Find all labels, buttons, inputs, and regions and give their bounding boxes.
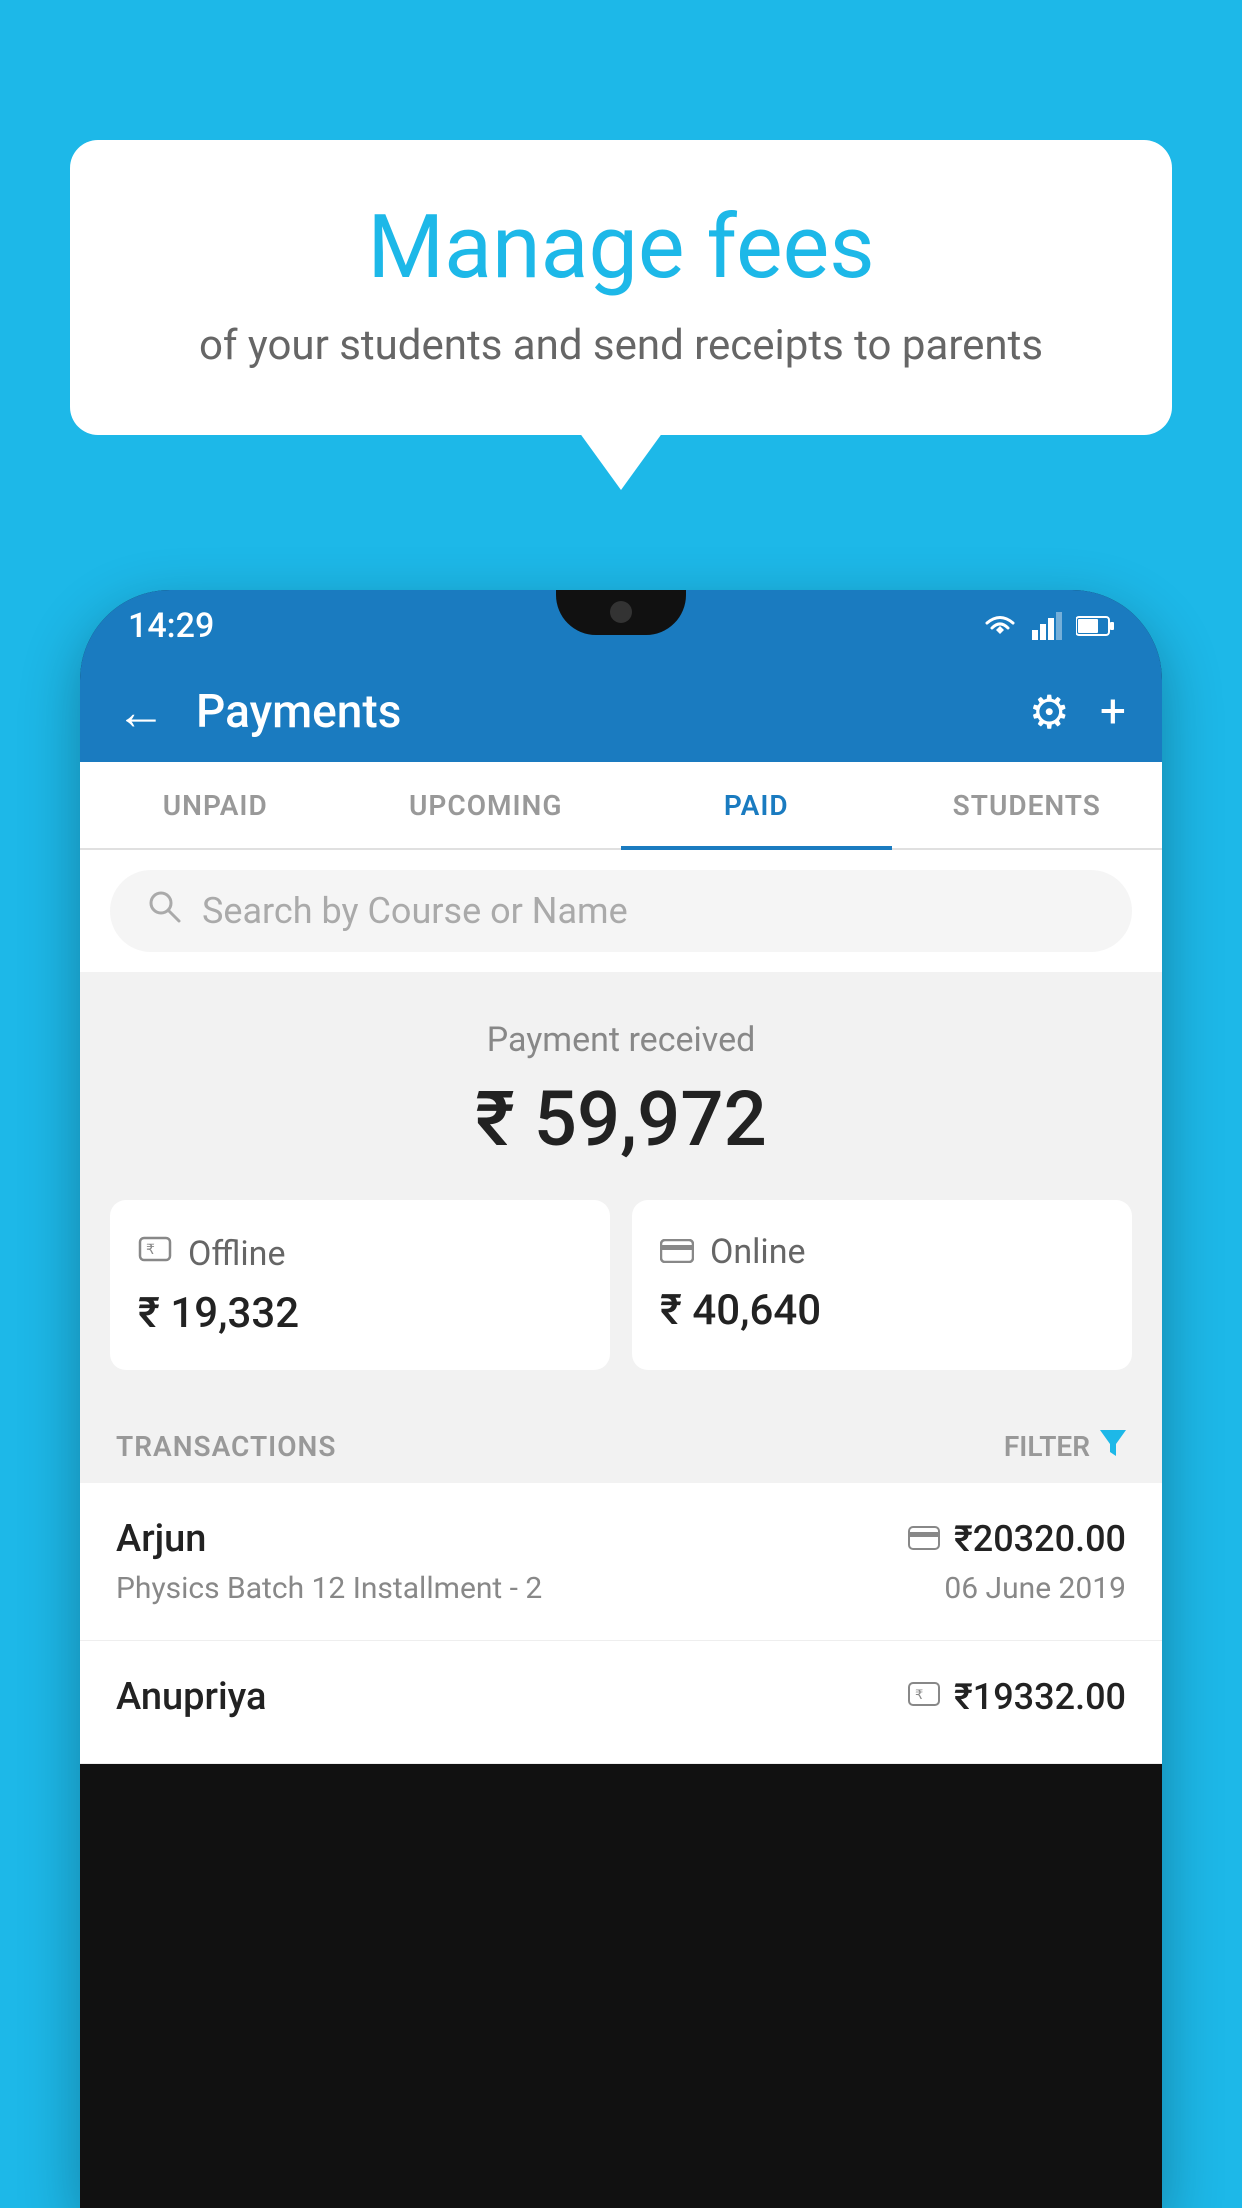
transaction-1-date: 06 June 2019 xyxy=(944,1571,1126,1606)
offline-card: ₹ Offline ₹ 19,332 xyxy=(110,1200,610,1370)
status-bar: 14:29 xyxy=(80,590,1162,662)
svg-text:₹: ₹ xyxy=(915,1687,923,1702)
svg-text:₹: ₹ xyxy=(146,1241,155,1257)
transaction-1-course: Physics Batch 12 Installment - 2 xyxy=(116,1571,542,1606)
online-amount: ₹ 40,640 xyxy=(660,1286,1104,1335)
speech-bubble-title: Manage fees xyxy=(140,200,1102,297)
transactions-header: TRANSACTIONS FILTER xyxy=(80,1406,1162,1483)
settings-icon[interactable]: ⚙ xyxy=(1029,685,1070,740)
tab-upcoming[interactable]: UPCOMING xyxy=(351,762,622,848)
search-bar[interactable]: Search by Course or Name xyxy=(110,870,1132,952)
tab-bar: UNPAID UPCOMING PAID STUDENTS xyxy=(80,762,1162,850)
transaction-2-name: Anupriya xyxy=(116,1675,266,1719)
offline-amount: ₹ 19,332 xyxy=(138,1289,582,1338)
online-card-header: Online xyxy=(660,1232,1104,1272)
tab-students[interactable]: STUDENTS xyxy=(892,762,1163,848)
search-icon xyxy=(146,888,182,934)
transaction-2-amount: ₹19332.00 xyxy=(954,1676,1126,1718)
transaction-2-amount-wrapper: ₹ ₹19332.00 xyxy=(908,1676,1126,1718)
online-label: Online xyxy=(710,1232,806,1272)
battery-icon xyxy=(1076,615,1114,637)
online-icon xyxy=(660,1232,694,1272)
speech-bubble-subtitle: of your students and send receipts to pa… xyxy=(140,321,1102,370)
search-bar-wrapper: Search by Course or Name xyxy=(80,850,1162,972)
status-icons xyxy=(982,612,1114,640)
filter-icon xyxy=(1100,1430,1126,1463)
transaction-row-2[interactable]: Anupriya ₹ ₹19332.00 xyxy=(80,1641,1162,1764)
transaction-row-1-top: Arjun ₹20320.00 xyxy=(116,1517,1126,1561)
transaction-row-2-top: Anupriya ₹ ₹19332.00 xyxy=(116,1675,1126,1719)
transaction-1-amount-wrapper: ₹20320.00 xyxy=(908,1518,1126,1560)
payment-received-label: Payment received xyxy=(110,1020,1132,1060)
offline-icon: ₹ xyxy=(138,1232,172,1275)
payment-received-section: Payment received ₹ 59,972 xyxy=(80,972,1162,1200)
transaction-1-name: Arjun xyxy=(116,1517,206,1561)
camera xyxy=(610,601,632,623)
tab-paid[interactable]: PAID xyxy=(621,762,892,848)
transaction-row-1[interactable]: Arjun ₹20320.00 Physics Batch 12 Install… xyxy=(80,1483,1162,1641)
payment-cards: ₹ Offline ₹ 19,332 Online ₹ 40,640 xyxy=(80,1200,1162,1406)
notch xyxy=(556,590,686,635)
status-time: 14:29 xyxy=(128,606,214,646)
offline-label: Offline xyxy=(188,1234,285,1274)
signal-icon xyxy=(1032,612,1062,640)
offline-card-header: ₹ Offline xyxy=(138,1232,582,1275)
transaction-2-payment-icon: ₹ xyxy=(908,1678,940,1716)
speech-bubble: Manage fees of your students and send re… xyxy=(70,140,1172,435)
transaction-1-amount: ₹20320.00 xyxy=(954,1518,1126,1560)
payment-received-amount: ₹ 59,972 xyxy=(110,1074,1132,1164)
search-placeholder: Search by Course or Name xyxy=(202,890,628,932)
online-card: Online ₹ 40,640 xyxy=(632,1200,1132,1370)
transactions-label: TRANSACTIONS xyxy=(116,1430,336,1463)
wifi-icon xyxy=(982,612,1018,640)
transaction-1-payment-icon xyxy=(908,1520,940,1558)
transaction-row-1-bottom: Physics Batch 12 Installment - 2 06 June… xyxy=(116,1571,1126,1606)
tab-unpaid[interactable]: UNPAID xyxy=(80,762,351,848)
back-button[interactable]: ← xyxy=(116,683,166,742)
add-icon[interactable]: + xyxy=(1100,685,1126,739)
phone-frame: 14:29 xyxy=(80,590,1162,2208)
page-title: Payments xyxy=(196,685,999,739)
app-bar: ← Payments ⚙ + xyxy=(80,662,1162,762)
filter-button[interactable]: FILTER xyxy=(1004,1430,1126,1463)
